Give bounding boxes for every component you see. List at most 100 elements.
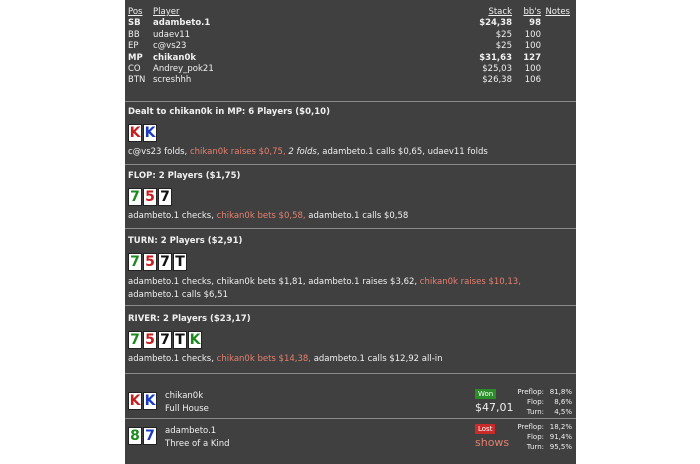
table-row[interactable]: BTN screshhh $26,38 106 [128,75,573,86]
card-diamond: K [143,392,157,410]
preflop-heading: Dealt to chikan0k in MP: 6 Players ($0,1… [128,107,330,117]
equity-label: Turn: [526,408,544,417]
equity-label: Preflop: [517,423,544,431]
action-text: chikan0k bets $14,38, [216,354,314,364]
bbs-cell: 100 [524,63,541,74]
table-row[interactable]: EP c@vs23 $25 100 [128,41,573,52]
header-player[interactable]: Player [153,7,179,18]
player-name-cell[interactable]: udaev11 [153,30,190,41]
action-text: adambeto.1 checks, [128,211,217,221]
header-notes[interactable]: Notes [545,7,570,18]
card-spade: T [173,253,187,271]
divider [125,228,576,229]
stack-cell: $25,03 [482,63,512,74]
equity-value: 95,5% [549,443,572,452]
equity-list: Preflop: 18,2% Flop: 91,4% Turn: 95,5% [502,422,572,453]
equity-row: Preflop: 18,2% [502,422,572,432]
action-text: chikan0k raises $10,13, [419,277,521,287]
bbs-cell: 100 [524,41,541,52]
card-club: 8 [128,427,142,445]
preflop-actions: c@vs23 folds, chikan0k raises $0,75, 2 f… [128,146,568,159]
position-cell: BTN [128,75,146,86]
result-player-name[interactable]: chikan0k [165,391,203,401]
bbs-cell: 127 [523,52,541,63]
player-rows: SB adambeto.1 $24,38 98 BB udaev11 $25 100 EP c@v… [128,18,573,86]
result-player-name[interactable]: adambeto.1 [165,426,216,436]
table-row[interactable]: CO Andrey_pok21 $25,03 100 [128,64,573,75]
table-row[interactable]: SB adambeto.1 $24,38 98 [128,18,573,29]
hand-history-panel: Pos Player Stack bb's Notes SB adambeto.1… [125,0,576,464]
card-diamond: 7 [143,427,157,445]
river-cards: 757TK [128,331,202,349]
stack-cell: $26,38 [482,75,512,86]
divider [125,305,576,306]
divider [125,101,576,102]
flop-cards: 757 [128,188,172,206]
equity-row: Turn: 95,5% [502,442,572,452]
header-pos[interactable]: Pos [128,7,142,18]
header-stack[interactable]: Stack [488,7,512,18]
stack-cell: $31,63 [479,52,512,63]
table-row[interactable]: BB udaev11 $25 100 [128,30,573,41]
equity-value: 4,5% [554,408,572,417]
equity-row: Preflop: 81,8% [502,387,572,397]
player-name-cell[interactable]: Andrey_pok21 [153,64,214,75]
equity-value: 91,4% [549,433,572,442]
result-hand-rank: Full House [165,404,209,414]
turn-heading: TURN: 2 Players ($2,91) [128,236,243,246]
stack-cell: $25 [495,41,512,52]
table-row[interactable]: MP chikan0k $31,63 127 [128,53,573,64]
river-heading: RIVER: 2 Players ($23,17) [128,314,251,324]
card-spade: 7 [158,188,172,206]
player-name-cell[interactable]: screshhh [153,75,191,86]
card-heart: K [128,124,142,142]
position-cell: EP [128,41,139,52]
stack-cell: $24,38 [479,18,512,29]
players-table: Pos Player Stack bb's Notes SB adambeto.1… [128,7,573,87]
action-text: chikan0k bets $0,58, [216,211,309,221]
bbs-cell: 100 [524,29,541,40]
hole-cards: KK [128,124,157,142]
action-text: adambeto.1 calls $6,51 [128,290,228,300]
equity-value: 81,8% [549,388,572,396]
position-cell: MP [128,52,143,63]
action-text: c@vs23 folds, [128,147,190,157]
card-heart: K [128,392,142,410]
equity-label: Flop: [526,398,544,407]
bbs-cell: 106 [524,75,541,86]
equity-value: 18,2% [549,423,572,431]
equity-row: Flop: 8,6% [502,397,572,407]
result-badge: Won [475,389,497,399]
card-club: 7 [128,188,142,206]
flop-actions: adambeto.1 checks, chikan0k bets $0,58, … [128,210,568,223]
card-diamond: K [143,124,157,142]
result-badge: Lost [475,424,496,434]
action-text: adambeto.1 checks, [128,354,217,364]
equity-row: Flop: 91,4% [502,432,572,442]
action-text: chikan0k raises $0,75, [189,147,289,157]
player-name-cell[interactable]: adambeto.1 [153,18,210,29]
turn-cards: 757T [128,253,187,271]
card-club: K [188,331,202,349]
player-name-cell[interactable]: chikan0k [153,53,196,64]
card-club: 7 [128,331,142,349]
action-text: adambeto.1 checks, chikan0k bets $1,81, … [128,277,420,287]
card-spade: 7 [158,253,172,271]
table-header: Pos Player Stack bb's Notes [128,7,573,18]
player-name-cell[interactable]: c@vs23 [153,41,186,52]
card-heart: 5 [143,253,157,271]
turn-actions: adambeto.1 checks, chikan0k bets $1,81, … [128,276,568,302]
card-spade: T [173,331,187,349]
action-text: adambeto.1 calls $12,92 all-in [313,354,443,364]
result-hole-cards: KK [128,392,157,410]
river-actions: adambeto.1 checks, chikan0k bets $14,38,… [128,353,568,366]
position-cell: SB [128,18,141,29]
equity-value: 8,6% [554,398,572,407]
position-cell: BB [128,29,140,40]
bbs-cell: 98 [529,18,541,29]
header-bbs[interactable]: bb's [523,7,541,18]
card-heart: 5 [143,331,157,349]
equity-label: Preflop: [517,388,544,396]
divider [125,373,576,374]
card-spade: 7 [158,331,172,349]
